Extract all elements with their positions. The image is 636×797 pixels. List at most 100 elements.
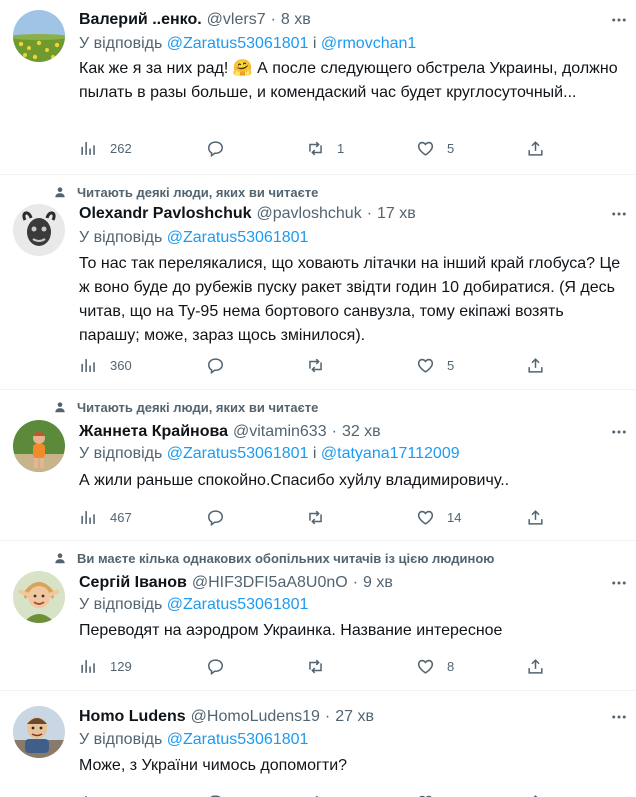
user-handle[interactable]: @vitamin633 [233,423,327,441]
reply-bubble-icon [208,509,223,526]
avatar[interactable] [13,706,65,758]
like-button[interactable]: 5 [416,136,454,160]
retweet-button[interactable] [306,790,325,797]
action-bar [79,790,559,797]
views-button[interactable]: 262 [79,136,132,160]
reply-feed: Валерий ..енко. @vlers7 · 8 хв У відпові… [0,0,636,797]
mention-link[interactable]: @Zaratus53061801 [167,445,309,462]
tweet[interactable]: Homo Ludens @HomoLudens19 · 27 хв У відп… [0,690,636,797]
avatar[interactable] [13,204,65,256]
person-icon [55,402,65,413]
social-context: Ви маєте кілька однакових обопільних чит… [53,550,494,566]
reply-bubble-icon [208,357,223,374]
reply-button[interactable] [206,790,225,797]
heart-icon [417,659,434,674]
reply-bubble-icon [208,140,223,157]
reply-button[interactable] [206,353,237,377]
timestamp[interactable]: 8 хв [281,11,311,29]
avatar[interactable] [13,10,65,62]
social-context: Читають деякі люди, яких ви читаєте [53,184,318,200]
tweet[interactable]: Ви маєте кілька однакових обопільних чит… [0,540,636,691]
retweet-button[interactable] [306,505,337,529]
share-button[interactable] [526,654,545,678]
reply-button[interactable] [206,136,237,160]
avatar[interactable] [13,420,65,472]
user-handle[interactable]: @vlers7 [207,11,266,29]
heart-icon [418,795,433,797]
display-name[interactable]: Сергій Іванов [79,574,187,592]
timestamp[interactable]: 9 хв [363,574,393,592]
more-icon [612,212,626,216]
reply-prefix: У відповідь [79,35,163,52]
display-name[interactable]: Homo Ludens [79,708,186,726]
share-button[interactable] [526,136,545,160]
display-name[interactable]: Olexandr Pavloshchuk [79,205,252,223]
avatar[interactable] [13,571,65,623]
like-button[interactable]: 5 [416,353,454,377]
more-options-button[interactable] [608,706,630,728]
display-name[interactable]: Жаннета Крайнова [79,423,228,441]
social-context-text: Читають деякі люди, яких ви читаєте [77,184,319,200]
reply-context: У відповідь @Zaratus53061801 і @tatyana1… [79,445,616,467]
views-button[interactable]: 129 [79,654,132,678]
mention-link[interactable]: @Zaratus53061801 [167,596,309,613]
views-chart-icon [81,358,95,372]
tweet-header: Olexandr Pavloshchuk @pavloshchuk · 17 х… [79,203,592,225]
share-button[interactable] [526,353,545,377]
share-button[interactable] [526,790,545,797]
retweet-icon [309,141,322,155]
reply-button[interactable] [206,654,237,678]
retweet-button[interactable] [306,353,337,377]
views-button[interactable]: 467 [79,505,132,529]
more-icon [612,18,626,22]
retweet-icon [309,358,322,372]
more-options-button[interactable] [608,421,630,443]
reply-button[interactable] [206,505,237,529]
tweet[interactable]: Читають деякі люди, яких ви читаєте Жанн… [0,389,636,541]
tweet-header: Жаннета Крайнова @vitamin633 · 32 хв [79,421,592,443]
like-button[interactable] [416,790,435,797]
timestamp[interactable]: 27 хв [335,708,374,726]
reply-prefix: У відповідь [79,596,163,613]
views-button[interactable] [79,790,98,797]
elf-portrait-avatar [13,571,65,623]
more-options-button[interactable] [608,9,630,31]
reply-context: У відповідь @Zaratus53061801 [79,596,616,618]
more-options-button[interactable] [608,203,630,225]
heart-icon [417,141,434,156]
display-name[interactable]: Валерий ..енко. [79,11,202,29]
like-button[interactable]: 8 [416,654,454,678]
like-button[interactable]: 14 [416,505,461,529]
social-context-text: Читають деякі люди, яких ви читаєте [77,399,319,415]
more-icon [612,430,626,434]
timestamp[interactable]: 17 хв [377,205,416,223]
mention-link[interactable]: @tatyana17112009 [321,445,460,462]
tweet[interactable]: Читають деякі люди, яких ви читаєте Olex… [0,174,636,390]
user-handle[interactable]: @HomoLudens19 [191,708,320,726]
retweet-button[interactable] [306,654,337,678]
mention-link[interactable]: @Zaratus53061801 [167,35,309,52]
user-handle[interactable]: @HIF3DFI5aA8U0nO [192,574,348,592]
views-count: 129 [110,658,132,674]
social-context: Читають деякі люди, яких ви читаєте [53,399,318,415]
retweet-button[interactable]: 1 [306,136,344,160]
mention-link[interactable]: @rmovchan1 [321,35,416,52]
views-count: 360 [110,357,132,373]
views-button[interactable]: 360 [79,353,132,377]
more-options-button[interactable] [608,572,630,594]
reply-context: У відповідь @Zaratus53061801 і @rmovchan… [79,35,616,57]
action-bar: 129 8 [79,654,559,678]
separator-dot: · [366,205,373,222]
views-count: 467 [110,509,132,525]
share-button[interactable] [526,505,545,529]
retweet-count: 1 [337,140,345,156]
user-handle[interactable]: @pavloshchuk [257,205,362,223]
mention-link[interactable]: @Zaratus53061801 [167,731,309,748]
mention-link[interactable]: @Zaratus53061801 [167,229,309,246]
timestamp[interactable]: 32 хв [342,423,381,441]
share-icon [528,140,543,156]
person-icon [55,553,65,564]
tweet[interactable]: Валерий ..енко. @vlers7 · 8 хв У відпові… [0,0,636,175]
share-icon [528,509,543,525]
more-icon [612,715,626,719]
